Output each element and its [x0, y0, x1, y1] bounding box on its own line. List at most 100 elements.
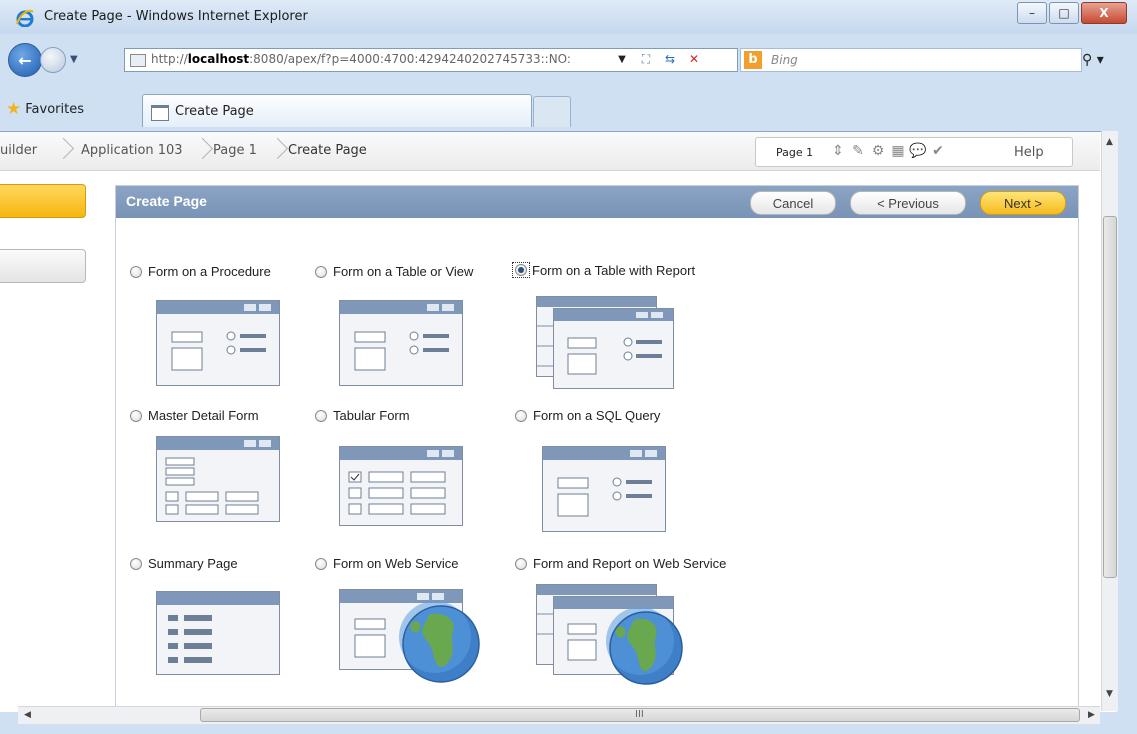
option-label: Form on a Procedure [148, 264, 271, 279]
search-icon[interactable]: ⚲ ▾ [1082, 52, 1104, 68]
help-link[interactable]: Help [1014, 145, 1044, 160]
address-bar[interactable]: http://localhost:8080/apex/f?p=4000:4700… [124, 48, 738, 72]
option-label: Form on a SQL Query [533, 408, 661, 423]
option-form-and-report-on-web-service[interactable]: Form and Report on Web Service [515, 556, 726, 571]
master-detail-thumbnail[interactable] [156, 436, 280, 522]
scroll-up-icon[interactable]: ▲ [1106, 137, 1113, 147]
option-master-detail-form[interactable]: Master Detail Form [130, 408, 259, 423]
scroll-left-icon[interactable]: ◀ [24, 710, 31, 720]
new-tab-button[interactable] [533, 96, 571, 127]
gear-icon[interactable]: ⚙ [870, 142, 886, 160]
scroll-right-icon[interactable]: ▶ [1088, 710, 1095, 720]
comment-icon[interactable]: 💬 [909, 142, 926, 160]
create-page-panel: Create Page Cancel < Previous Next > For… [115, 185, 1079, 712]
form-on-sql-query-thumbnail[interactable] [542, 446, 666, 532]
history-dropdown-icon[interactable]: ▼ [70, 54, 78, 65]
option-form-on-sql-query[interactable]: Form on a SQL Query [515, 408, 660, 423]
checkmark-icon[interactable]: ✔ [930, 142, 946, 160]
search-box[interactable]: b Bing [740, 48, 1082, 72]
radio-form-on-sql-query[interactable] [515, 409, 527, 422]
option-label: Form on a Table or View [333, 264, 474, 279]
breadcrumb-item-current: Create Page [288, 143, 367, 158]
tabular-form-thumbnail[interactable] [339, 446, 463, 526]
stop-icon[interactable]: ✕ [685, 51, 703, 67]
option-summary-page[interactable]: Summary Page [130, 556, 238, 571]
edit-page-icon[interactable]: ✎ [850, 142, 866, 160]
browser-window: Create Page - Windows Internet Explorer … [0, 0, 1137, 734]
sidebar-active-button[interactable] [0, 184, 86, 218]
option-label: Tabular Form [333, 408, 410, 423]
breadcrumb-item-application[interactable]: Application 103 [81, 143, 183, 158]
web-service-thumbnail[interactable] [339, 589, 489, 685]
vertical-scroll-thumb[interactable] [1103, 216, 1117, 578]
scroll-down-icon[interactable]: ▼ [1106, 689, 1113, 699]
address-row: ← ▼ http://localhost:8080/apex/f?p=4000:… [0, 40, 1137, 84]
forward-button[interactable] [40, 47, 66, 73]
refresh-icon[interactable]: ⇆ [661, 51, 679, 67]
option-form-on-table-with-report[interactable]: Form on a Table with Report [512, 262, 695, 278]
tab-create-page[interactable]: Create Page [142, 94, 532, 127]
close-button[interactable]: X [1081, 2, 1127, 24]
panel-header: Create Page Cancel < Previous Next > [116, 186, 1078, 218]
tab-row: ★ Favorites Create Page [0, 92, 1137, 128]
page-icon [130, 54, 146, 67]
back-arrow-icon: ← [18, 50, 32, 70]
radio-summary-page[interactable] [130, 557, 142, 570]
breadcrumb-item-builder[interactable]: uilder [0, 143, 37, 158]
web-service-report-thumbnail[interactable] [536, 584, 688, 688]
breadcrumb: uilder Application 103 Page 1 Create Pag… [0, 132, 1100, 171]
page-label: Page 1 [776, 146, 814, 159]
title-bar: Create Page - Windows Internet Explorer … [0, 0, 1137, 34]
scroll-grip-icon: III [635, 709, 644, 720]
breadcrumb-separator [56, 137, 68, 161]
maximize-button[interactable]: □ [1049, 2, 1079, 24]
page-spinner-icon[interactable]: ⇕ [830, 142, 846, 160]
previous-button[interactable]: < Previous [850, 191, 966, 215]
radio-form-on-procedure[interactable] [130, 265, 142, 278]
window-title: Create Page - Windows Internet Explorer [44, 9, 308, 24]
option-label: Form on Web Service [333, 556, 459, 571]
address-dropdown-icon[interactable]: ▼ [613, 51, 631, 67]
panel-title: Create Page [126, 193, 207, 209]
radio-form-on-web-service[interactable] [315, 557, 327, 570]
option-label: Form and Report on Web Service [533, 556, 727, 571]
option-form-on-web-service[interactable]: Form on Web Service [315, 556, 458, 571]
address-url[interactable]: http://localhost:8080/apex/f?p=4000:4700… [151, 52, 621, 66]
breadcrumb-item-page[interactable]: Page 1 [213, 143, 257, 158]
summary-page-thumbnail[interactable] [156, 591, 280, 675]
option-form-on-table-or-view[interactable]: Form on a Table or View [315, 264, 473, 279]
ie-logo-icon [16, 9, 34, 27]
vertical-scrollbar[interactable]: ▲ ▼ [1101, 131, 1118, 711]
star-icon: ★ [6, 99, 22, 119]
close-icon: X [1099, 6, 1109, 20]
search-placeholder: Bing [771, 53, 798, 67]
option-tabular-form[interactable]: Tabular Form [315, 408, 410, 423]
radio-tabular-form[interactable] [315, 409, 327, 422]
tab-label: Create Page [175, 104, 254, 119]
back-button[interactable]: ← [8, 43, 42, 77]
form-on-procedure-thumbnail[interactable] [156, 300, 280, 386]
cancel-button[interactable]: Cancel [750, 191, 836, 215]
minimize-icon: – [1029, 6, 1035, 20]
option-form-on-procedure[interactable]: Form on a Procedure [130, 264, 271, 279]
bing-logo-icon: b [744, 51, 762, 69]
radio-master-detail-form[interactable] [130, 409, 142, 422]
radio-form-on-table-with-report[interactable] [515, 264, 527, 276]
radio-form-on-table-or-view[interactable] [315, 265, 327, 278]
next-button[interactable]: Next > [980, 191, 1066, 215]
grid-icon[interactable]: ▦ [890, 142, 906, 160]
radio-focus-outline [512, 262, 530, 278]
compatibility-view-icon[interactable]: ⛶ [637, 51, 655, 67]
tab-page-icon [151, 105, 169, 121]
favorites-label: Favorites [25, 101, 84, 117]
horizontal-scroll-thumb[interactable]: III [200, 708, 1080, 722]
favorites-button[interactable]: ★ Favorites [6, 95, 84, 123]
option-label: Form on a Table with Report [532, 262, 696, 278]
radio-form-and-report-on-web-service[interactable] [515, 557, 527, 570]
sidebar-button[interactable] [0, 249, 86, 283]
horizontal-scrollbar[interactable]: ◀ III ▶ [18, 706, 1100, 724]
breadcrumb-separator [195, 137, 207, 161]
form-report-thumbnail[interactable] [536, 296, 676, 390]
form-on-table-thumbnail[interactable] [339, 300, 463, 386]
minimize-button[interactable]: – [1017, 2, 1047, 24]
